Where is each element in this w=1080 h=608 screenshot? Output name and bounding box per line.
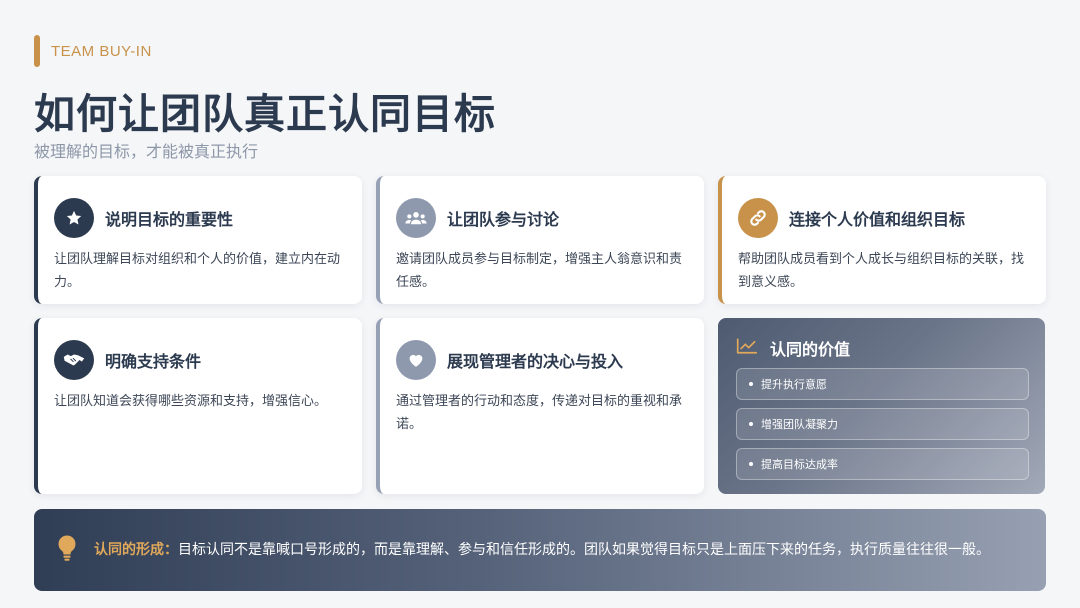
card-description: 让团队知道会获得哪些资源和支持，增强信心。 <box>54 394 328 409</box>
value-item-label: 增强团队凝聚力 <box>761 418 838 431</box>
value-item-label: 提高目标达成率 <box>761 458 838 471</box>
team-icon <box>396 198 436 238</box>
footer-body: 目标认同不是靠喊口号形成的，而是靠理解、参与和信任形成的。团队如果觉得目标只是上… <box>178 541 990 558</box>
card-title: 让团队参与讨论 <box>447 210 560 229</box>
bullet-icon <box>749 382 753 386</box>
card-description: 帮助团队成员看到个人成长与组织目标的关联，找到意义感。 <box>738 252 1025 290</box>
eyebrow-text: TEAM BUY-IN <box>51 42 152 60</box>
card-title: 明确支持条件 <box>105 352 202 371</box>
chart-line-icon <box>736 337 758 359</box>
value-item-label: 提升执行意愿 <box>761 378 827 391</box>
card-description: 让团队理解目标对组织和个人的价值，建立内在动力。 <box>54 252 341 290</box>
card-participation: 让团队参与讨论 邀请团队成员参与目标制定，增强主人翁意识和责任感。 <box>376 176 704 304</box>
card-description: 邀请团队成员参与目标制定，增强主人翁意识和责任感。 <box>396 252 683 290</box>
card-title: 说明目标的重要性 <box>105 210 234 229</box>
page-title: 如何让团队真正认同目标 <box>34 90 496 138</box>
handshake-icon <box>54 340 94 380</box>
lightbulb-icon <box>56 534 78 566</box>
star-icon <box>54 198 94 238</box>
card-connect-values: 连接个人价值和组织目标 帮助团队成员看到个人成长与组织目标的关联，找到意义感。 <box>718 176 1046 304</box>
footer-callout: 认同的形成：目标认同不是靠喊口号形成的，而是靠理解、参与和信任形成的。团队如果觉… <box>34 509 1046 591</box>
value-panel: 认同的价值 提升执行意愿 增强团队凝聚力 提高目标达成率 <box>718 318 1045 494</box>
value-item: 增强团队凝聚力 <box>736 408 1029 440</box>
card-description: 通过管理者的行动和态度，传递对目标的重视和承诺。 <box>396 394 683 432</box>
value-item: 提高目标达成率 <box>736 448 1029 480</box>
card-title: 展现管理者的决心与投入 <box>447 352 624 371</box>
footer-label: 认同的形成： <box>94 541 178 558</box>
card-title: 连接个人价值和组织目标 <box>789 210 966 229</box>
card-support: 明确支持条件 让团队知道会获得哪些资源和支持，增强信心。 <box>34 318 362 494</box>
eyebrow-accent-bar <box>34 35 40 67</box>
link-icon <box>738 198 778 238</box>
heart-icon <box>396 340 436 380</box>
page-subtitle: 被理解的目标，才能被真正执行 <box>34 142 259 161</box>
card-commitment: 展现管理者的决心与投入 通过管理者的行动和态度，传递对目标的重视和承诺。 <box>376 318 704 494</box>
eyebrow: TEAM BUY-IN <box>34 35 152 67</box>
card-importance: 说明目标的重要性 让团队理解目标对组织和个人的价值，建立内在动力。 <box>34 176 362 304</box>
value-item: 提升执行意愿 <box>736 368 1029 400</box>
footer-text: 认同的形成：目标认同不是靠喊口号形成的，而是靠理解、参与和信任形成的。团队如果觉… <box>94 538 990 563</box>
bullet-icon <box>749 462 753 466</box>
value-panel-title: 认同的价值 <box>770 340 851 359</box>
bullet-icon <box>749 422 753 426</box>
